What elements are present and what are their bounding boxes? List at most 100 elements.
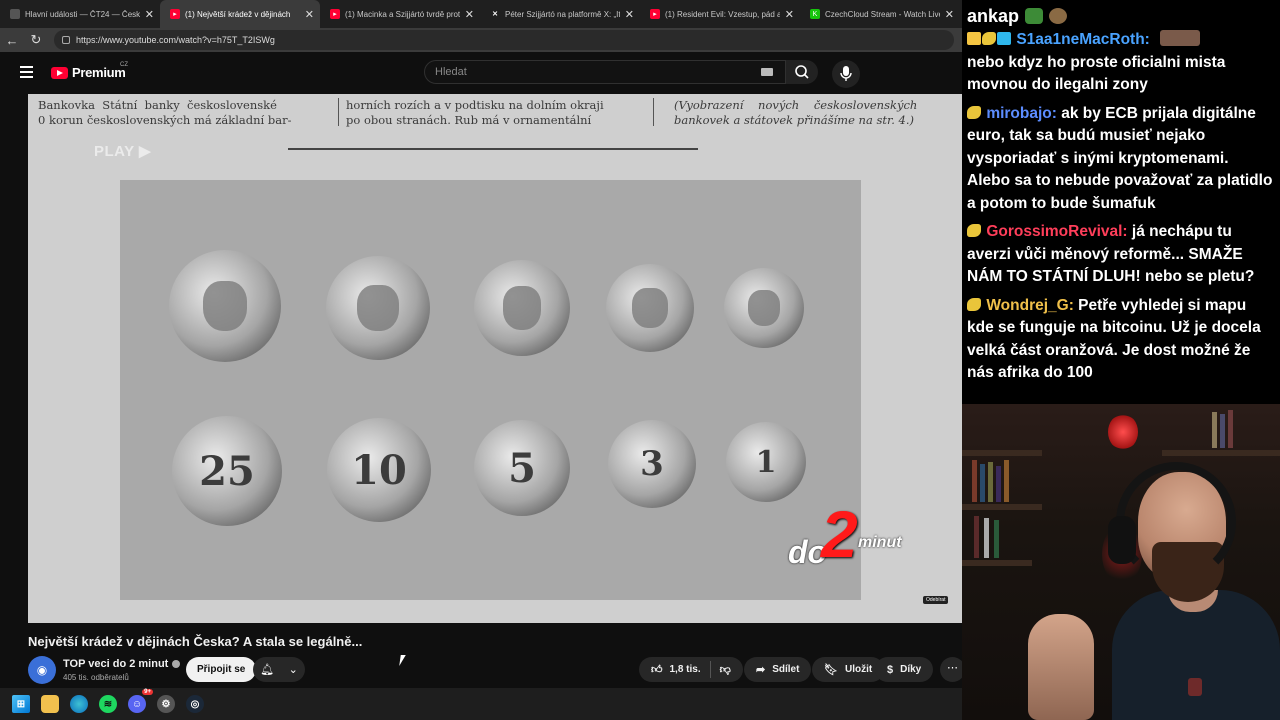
- channel-name[interactable]: TOP veci do 2 minut: [63, 658, 181, 670]
- coin-value: 1: [726, 422, 806, 502]
- close-icon[interactable]: ✕: [785, 8, 794, 21]
- reload-icon[interactable]: ↻: [24, 32, 48, 48]
- book: [980, 464, 985, 502]
- discord-icon[interactable]: ☺ 9+: [128, 689, 153, 713]
- headset-earcup: [1108, 516, 1136, 564]
- scan-text-middle: horních rozích a v podtisku na dolním ok…: [346, 98, 604, 127]
- screen: Hlavní události — ČT24 — Česká t ✕ ▸ (1) N…: [0, 0, 1280, 720]
- voice-search-button[interactable]: [832, 60, 860, 88]
- coin-plate-image: 25 10 5 3 1: [120, 180, 861, 600]
- book: [1212, 412, 1217, 448]
- scan-text-right: (Vyobrazení nových československých bank…: [674, 98, 918, 127]
- chat-text: nebo kdyz ho proste oficialni mista movn…: [967, 53, 1226, 94]
- chat-username[interactable]: GorossimoRevival: [986, 223, 1122, 240]
- close-icon[interactable]: ✕: [945, 8, 954, 21]
- youtube-icon: ▸: [170, 9, 180, 19]
- coin-image: [474, 260, 570, 356]
- coin-image: [724, 268, 804, 348]
- tab-x-szijjarto[interactable]: ✕ Péter Szijjártó na platformě X: „It h ✕: [480, 0, 640, 28]
- tab-czechcloud[interactable]: K CzechCloud Stream - Watch Live o ✕: [800, 0, 960, 28]
- close-icon[interactable]: ✕: [625, 8, 634, 21]
- scan-text-left: Bankovka Státní banky československé 0 k…: [38, 98, 292, 127]
- emote-image: [1159, 30, 1200, 46]
- chat-username[interactable]: Wondrej_G: [986, 297, 1068, 314]
- person-hand: [1028, 614, 1094, 720]
- windows-start-icon[interactable]: ⊞: [12, 695, 30, 713]
- edge-icon[interactable]: [70, 695, 88, 713]
- book: [984, 518, 989, 558]
- bookmark-icon: 🔖︎: [824, 664, 838, 676]
- video-title: Největší krádež v dějinách Česka? A stal…: [28, 634, 363, 649]
- tab-label: (1) Resident Evil: Vzestup, pád a zn: [665, 9, 780, 19]
- subscriber-count: 405 tis. odběratelů: [63, 673, 129, 682]
- like-count: 1,8 tis.: [669, 664, 701, 675]
- bookshelf: [1162, 450, 1280, 456]
- microphone-icon: [840, 66, 852, 81]
- youtube-icon: ▸: [330, 9, 340, 19]
- dislike-button[interactable]: 👎︎: [720, 663, 731, 676]
- tab-label: (1) Největší krádež v dějinách: [185, 9, 291, 19]
- settings-icon[interactable]: ⚙: [157, 695, 175, 713]
- coin-value: 5: [474, 420, 570, 516]
- search-input[interactable]: Hledat: [424, 60, 786, 84]
- discord-badge: 9+: [142, 689, 153, 695]
- search-button[interactable]: [786, 60, 818, 84]
- url-field[interactable]: https://www.youtube.com/watch?v=h75T_T2I…: [54, 30, 954, 50]
- like-divider: [709, 661, 711, 678]
- coin-image: [169, 250, 281, 362]
- tab-youtube-macinka[interactable]: ▸ (1) Macinka a Szijjártó tvrdě proti ✕: [320, 0, 480, 28]
- tab-youtube-active[interactable]: ▸ (1) Největší krádež v dějinách ✕: [160, 0, 320, 28]
- site-info-icon[interactable]: [62, 36, 70, 44]
- like-button[interactable]: 👍︎: [651, 663, 663, 676]
- search-placeholder: Hledat: [435, 66, 467, 78]
- sub-badge-icon: [967, 224, 981, 237]
- chat-message: S1aa1neMacRoth: nebo kdyz ho proste ofic…: [967, 30, 1226, 94]
- logo-text: Premium: [72, 65, 126, 80]
- close-icon[interactable]: ✕: [145, 8, 154, 21]
- search-icon: [795, 65, 809, 79]
- notification-button[interactable]: 🔔︎ ⌄: [253, 657, 305, 682]
- scan-rule: [288, 148, 698, 150]
- book: [996, 466, 1001, 502]
- subscribe-badge[interactable]: Odebírat: [923, 596, 949, 604]
- scan-divider: [338, 98, 339, 126]
- spotify-icon[interactable]: ≋: [99, 695, 117, 713]
- save-label: Uložit: [844, 664, 873, 675]
- watermark-number: 2: [821, 497, 858, 571]
- share-button[interactable]: ➦ Sdílet: [744, 657, 812, 682]
- book: [994, 520, 999, 558]
- back-icon[interactable]: ←: [0, 33, 24, 48]
- video-player[interactable]: Bankovka Státní banky československé 0 k…: [28, 94, 962, 623]
- ct24-icon: [10, 9, 20, 19]
- keyboard-icon[interactable]: [761, 68, 773, 76]
- steam-icon[interactable]: ◎: [186, 695, 204, 713]
- coin-value: 10: [327, 418, 431, 522]
- chat-username[interactable]: S1aa1neMacRoth: [1016, 31, 1144, 48]
- file-explorer-icon[interactable]: [41, 695, 59, 713]
- save-button[interactable]: 🔖︎ Uložit: [812, 657, 885, 682]
- join-button[interactable]: Připojit se: [186, 657, 257, 682]
- play-brand-logo: PLAY ▶: [94, 143, 152, 160]
- taskbar: ⊞ ≋ ☺ 9+ ⚙ ◎: [0, 688, 962, 720]
- close-icon[interactable]: ✕: [305, 8, 314, 21]
- like-dislike-group: 👍︎ 1,8 tis. 👎︎: [639, 657, 743, 682]
- streamer-name: ankap: [967, 5, 1020, 26]
- book: [988, 462, 993, 502]
- scan-divider: [653, 98, 654, 126]
- thanks-label: Díky: [900, 664, 922, 675]
- chat-username[interactable]: mirobajo: [986, 105, 1051, 122]
- book: [972, 460, 977, 502]
- youtube-logo[interactable]: Premium: [51, 65, 126, 80]
- tab-youtube-resident-evil[interactable]: ▸ (1) Resident Evil: Vzestup, pád a zn ✕: [640, 0, 800, 28]
- close-icon[interactable]: ✕: [465, 8, 474, 21]
- avatar-emote-icon: [1049, 8, 1068, 24]
- chat-header: ankap: [967, 3, 1275, 29]
- thanks-button[interactable]: $ Díky: [875, 657, 934, 682]
- tab-ct24[interactable]: Hlavní události — ČT24 — Česká t ✕: [0, 0, 160, 28]
- tab-label: CzechCloud Stream - Watch Live o: [825, 9, 940, 19]
- watermark-minut: minut: [858, 534, 902, 551]
- channel-avatar[interactable]: ◉: [28, 656, 56, 684]
- webcam-feed: [962, 404, 1280, 720]
- sub-badge-icon: [967, 105, 981, 119]
- menu-icon[interactable]: [20, 66, 33, 81]
